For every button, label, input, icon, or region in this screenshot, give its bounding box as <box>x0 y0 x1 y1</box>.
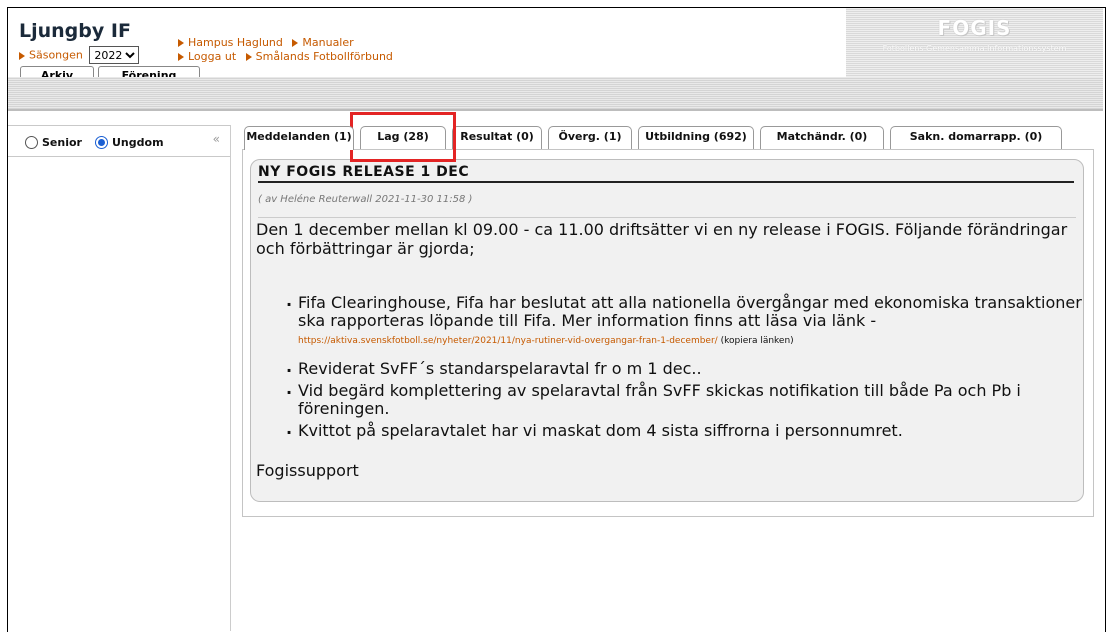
arrow-icon <box>178 39 184 47</box>
copy-note: (kopiera länken) <box>720 336 794 346</box>
senior-label[interactable]: Senior <box>42 136 82 149</box>
divider <box>258 217 1076 218</box>
tab-resultat[interactable]: Resultat (0) <box>452 126 542 150</box>
season-label: Säsongen <box>29 48 83 62</box>
tab-meddelanden[interactable]: Meddelanden (1) <box>244 126 354 150</box>
arrow-icon <box>245 53 252 61</box>
bullet-text: Fifa Clearinghouse, Fifa har beslutat at… <box>298 293 1082 330</box>
bullet-text: Vid begärd komplettering av spelaravtal … <box>298 381 1021 418</box>
logo-subtitle: Fotbollens Gemensamma Informationssystem <box>882 44 1067 53</box>
content-area: Meddelanden (1) Lag (28) Resultat (0) Öv… <box>242 126 1094 517</box>
fogis-logo: FOGIS Fotbollens Gemensamma Informations… <box>846 8 1103 84</box>
season-select[interactable]: 2022 <box>89 46 140 64</box>
message-box: NY FOGIS RELEASE 1 DEC ( av Heléne Reute… <box>250 159 1084 502</box>
arrow-icon <box>178 53 184 61</box>
tab-overg[interactable]: Överg. (1) <box>548 126 632 150</box>
list-item: Fifa Clearinghouse, Fifa har beslutat at… <box>286 292 1086 350</box>
link-line: https://aktiva.svenskfotboll.se/nyheter/… <box>298 332 1086 350</box>
club-name: Ljungby IF <box>19 20 131 42</box>
user-link[interactable]: Hampus Haglund <box>188 36 283 49</box>
bullet-text: Kvittot på spelaravtalet har vi maskat d… <box>298 421 903 440</box>
sidebar-filter: Senior Ungdom « <box>8 125 230 157</box>
logout-link[interactable]: Logga ut <box>188 50 236 63</box>
arrow-icon <box>292 39 299 47</box>
signature: Fogissupport <box>256 461 359 480</box>
district-link[interactable]: Smålands Fotbollförbund <box>256 50 393 63</box>
list-item: Reviderat SvFF´s standarspelaravtal fr o… <box>286 358 1086 378</box>
collapse-icon[interactable]: « <box>213 132 220 146</box>
list-item: Kvittot på spelaravtalet har vi maskat d… <box>286 420 1086 440</box>
sidebar: Senior Ungdom « <box>8 125 231 631</box>
message-intro: Den 1 december mellan kl 09.00 - ca 11.0… <box>256 220 1068 258</box>
arrow-icon <box>19 51 25 60</box>
logo-title: FOGIS <box>937 16 1012 40</box>
tab-matchandr[interactable]: Matchändr. (0) <box>760 126 884 150</box>
ungdom-radio[interactable] <box>95 136 108 149</box>
message-title: NY FOGIS RELEASE 1 DEC <box>258 164 1074 183</box>
tab-sakn-domarrapp[interactable]: Sakn. domarrapp. (0) <box>890 126 1062 150</box>
ungdom-label[interactable]: Ungdom <box>112 136 164 149</box>
bullet-text: Reviderat SvFF´s standarspelaravtal fr o… <box>298 359 702 378</box>
top-links: Hampus Haglund Manualer Logga ut Småland… <box>178 36 399 64</box>
toolbar-band <box>8 77 1103 111</box>
message-meta: ( av Heléne Reuterwall 2021-11-30 11:58 … <box>258 194 473 205</box>
tab-lag[interactable]: Lag (28) <box>360 126 446 150</box>
tab-utbildning[interactable]: Utbildning (692) <box>638 126 754 150</box>
tab-panel: NY FOGIS RELEASE 1 DEC ( av Heléne Reute… <box>242 149 1094 517</box>
list-item: Vid begärd komplettering av spelaravtal … <box>286 380 1086 418</box>
news-link[interactable]: https://aktiva.svenskfotboll.se/nyheter/… <box>298 336 718 346</box>
season-selector: Säsongen 2022 <box>19 46 140 64</box>
message-bullets: Fifa Clearinghouse, Fifa har beslutat at… <box>286 292 1086 444</box>
manuals-link[interactable]: Manualer <box>302 36 353 49</box>
senior-radio[interactable] <box>25 136 38 149</box>
